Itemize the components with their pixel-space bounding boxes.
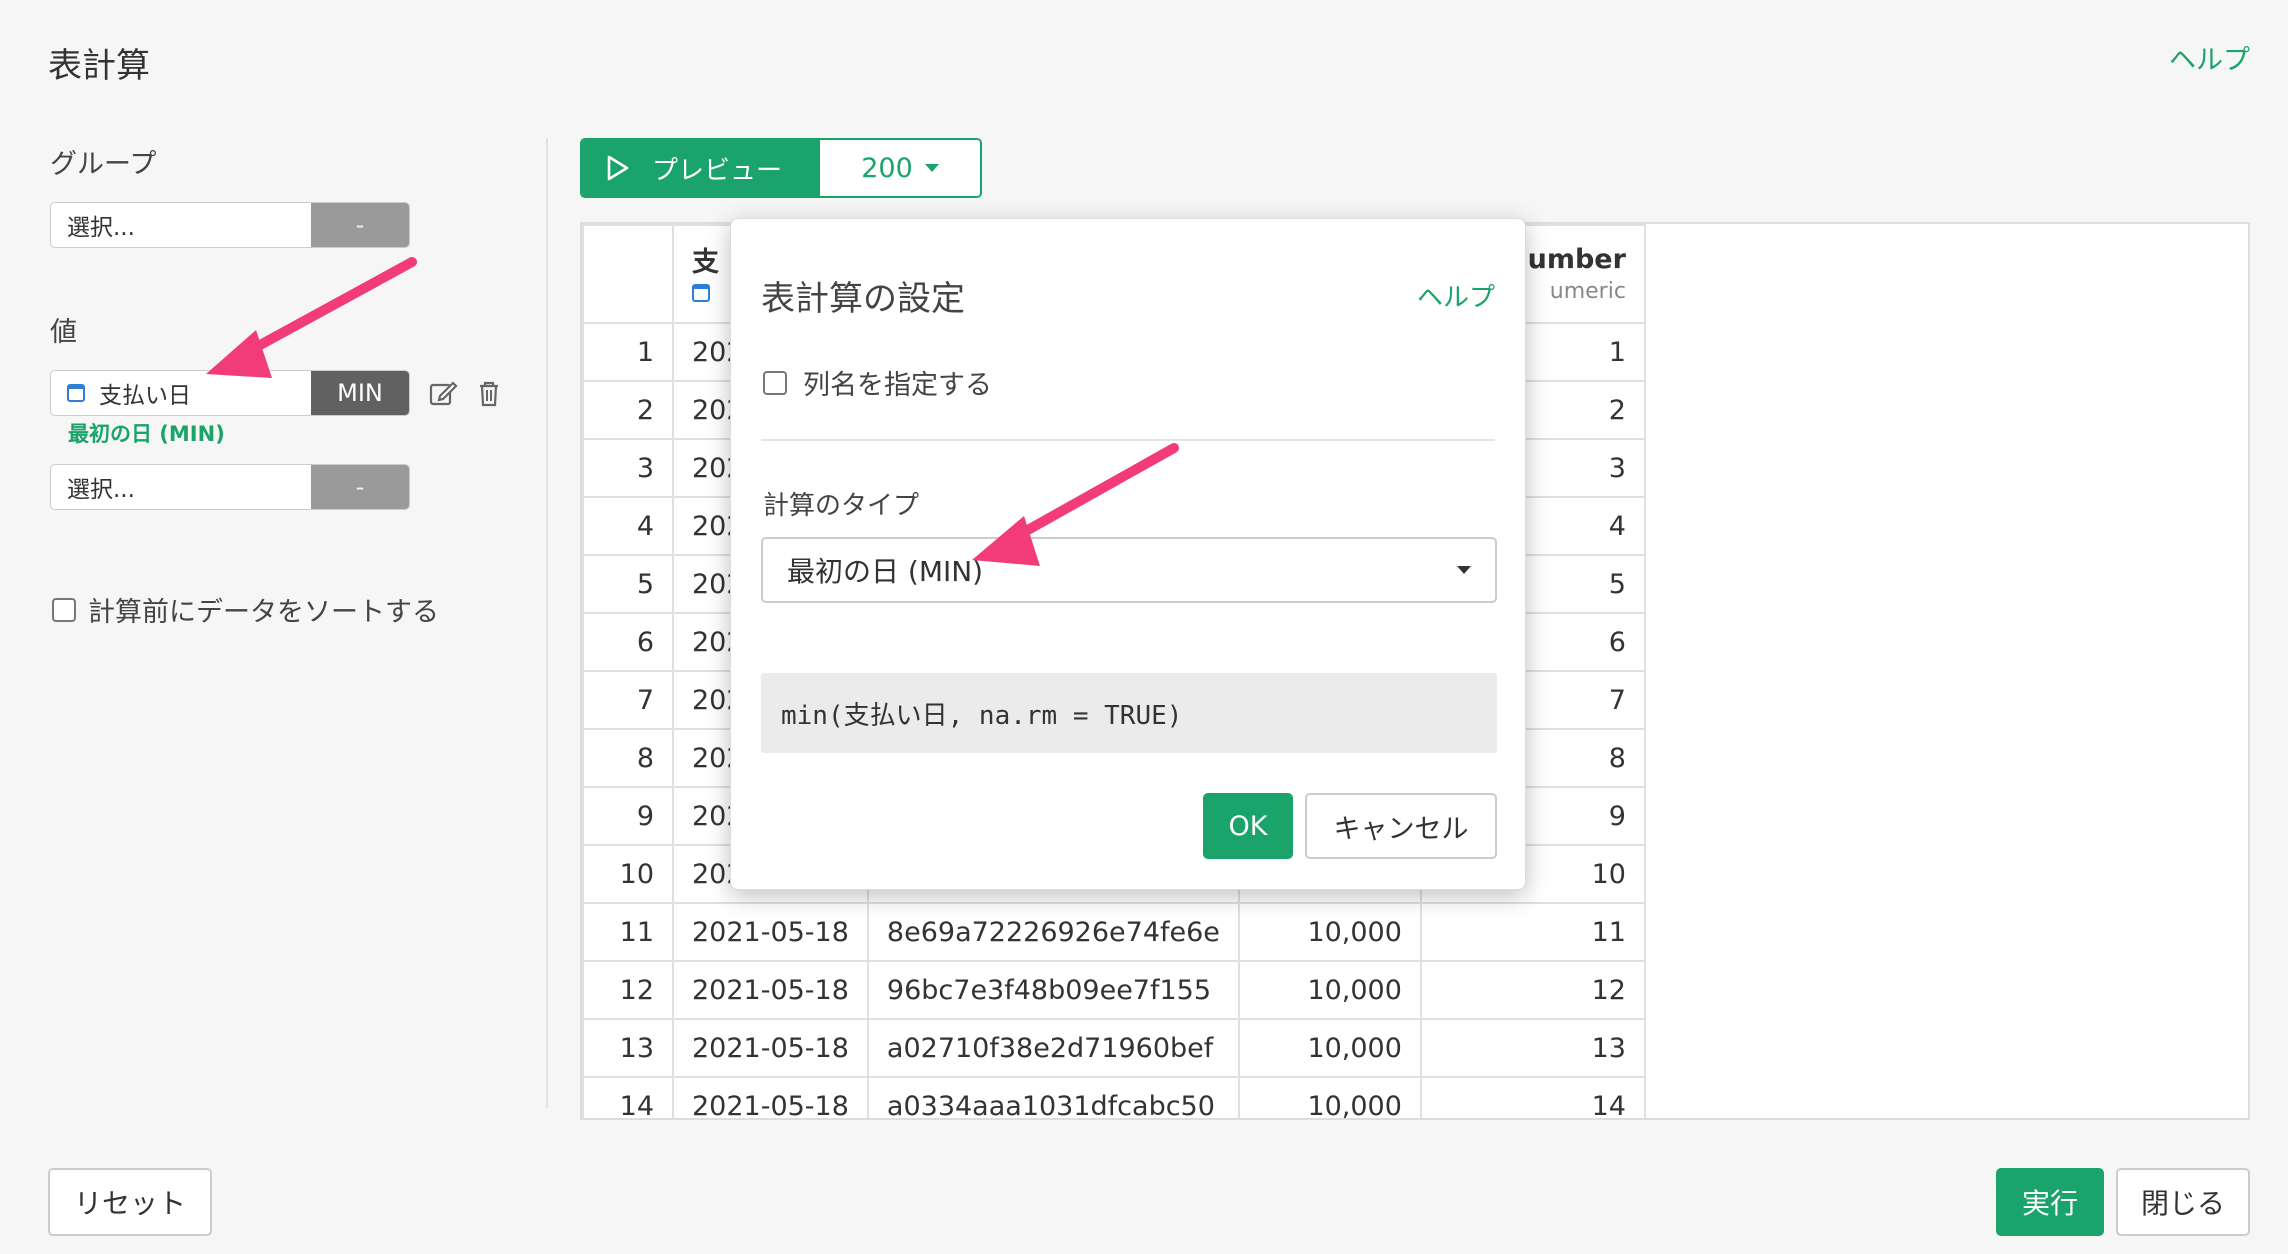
panel-divider bbox=[546, 138, 548, 1108]
table-cell: 10,000 bbox=[1237, 1018, 1422, 1078]
table-cell: 2021-05-18 bbox=[672, 1018, 869, 1078]
dialog-divider bbox=[761, 439, 1495, 441]
table-cell: 2 bbox=[582, 380, 674, 440]
run-button[interactable]: 実行 bbox=[1996, 1168, 2104, 1236]
value-func-button[interactable]: MIN bbox=[311, 371, 409, 415]
table-cell: 12 bbox=[1419, 960, 1646, 1020]
table-cell: 5 bbox=[582, 554, 674, 614]
table-cell: a02710f38e2d71960bef bbox=[866, 1018, 1240, 1078]
table-cell: 9 bbox=[582, 786, 674, 846]
value-func-button-2[interactable]: - bbox=[311, 465, 409, 509]
table-cell: 10,000 bbox=[1237, 902, 1422, 962]
page-title: 表計算 bbox=[48, 46, 150, 86]
table-cell: 1 bbox=[582, 322, 674, 382]
table-cell: 6 bbox=[582, 612, 674, 672]
table-cell: 2021-05-18 bbox=[672, 960, 869, 1020]
table-header bbox=[582, 224, 674, 324]
table-cell: 11 bbox=[582, 902, 674, 962]
preview-toolbar: プレビュー 200 bbox=[580, 138, 982, 198]
table-cell: 3 bbox=[582, 438, 674, 498]
table-cell: 13 bbox=[582, 1018, 674, 1078]
row-count-value: 200 bbox=[861, 152, 913, 184]
table-row: 14 2021-05-18 a0334aaa1031dfcabc50 10,000 14 bbox=[582, 1076, 1646, 1118]
table-cell: 11 bbox=[1419, 902, 1646, 962]
calc-type-select[interactable]: 最初の日 (MIN) bbox=[761, 537, 1497, 603]
dialog-title: 表計算の設定 bbox=[761, 279, 965, 319]
reset-button[interactable]: リセット bbox=[48, 1168, 212, 1236]
sort-checkbox[interactable] bbox=[52, 597, 76, 622]
table-cell: 7 bbox=[582, 670, 674, 730]
value-label: 値 bbox=[50, 317, 77, 348]
group-selector[interactable]: 選択... - bbox=[50, 202, 410, 248]
table-cell: 10 bbox=[582, 844, 674, 904]
help-link[interactable]: ヘルプ bbox=[2169, 38, 2250, 77]
group-func-button[interactable]: - bbox=[311, 203, 409, 247]
value-select-field[interactable]: 支払い日 bbox=[51, 371, 311, 415]
value-selector[interactable]: 支払い日 MIN bbox=[50, 370, 410, 416]
row-count-dropdown[interactable]: 200 bbox=[820, 140, 980, 196]
value-column-name: 支払い日 bbox=[99, 383, 191, 409]
table-cell: 8 bbox=[582, 728, 674, 788]
group-label: グループ bbox=[50, 149, 157, 180]
edit-icon[interactable] bbox=[428, 378, 458, 408]
table-cell: 14 bbox=[1419, 1076, 1646, 1118]
value-sublabel: 最初の日 (MIN) bbox=[68, 422, 225, 446]
arrow-annotation bbox=[206, 257, 417, 378]
table-cell: 2021-05-18 bbox=[672, 902, 869, 962]
table-row: 13 2021-05-18 a02710f38e2d71960bef 10,000 13 bbox=[582, 1018, 1646, 1078]
table-cell: 12 bbox=[582, 960, 674, 1020]
ok-button[interactable]: OK bbox=[1203, 793, 1293, 859]
sort-label: 計算前にデータをソートする bbox=[88, 597, 439, 628]
specify-name-label: 列名を指定する bbox=[803, 370, 992, 401]
cancel-button[interactable]: キャンセル bbox=[1305, 793, 1497, 859]
sort-option[interactable]: 計算前にデータをソートする bbox=[52, 590, 439, 629]
value-select-field-2[interactable]: 選択... bbox=[51, 465, 311, 509]
calc-type-value: 最初の日 (MIN) bbox=[787, 555, 984, 588]
chevron-down-icon bbox=[1457, 566, 1471, 574]
table-cell: 10,000 bbox=[1237, 1076, 1422, 1118]
table-cell: 14 bbox=[582, 1076, 674, 1118]
preview-label: プレビュー bbox=[652, 155, 783, 186]
table-cell: 10,000 bbox=[1237, 960, 1422, 1020]
play-icon bbox=[607, 155, 629, 181]
table-calc-settings-dialog: 表計算の設定 ヘルプ 列名を指定する 計算のタイプ 最初の日 (MIN) min… bbox=[730, 218, 1526, 890]
table-cell: 2021-05-18 bbox=[672, 1076, 869, 1118]
trash-icon[interactable] bbox=[474, 378, 504, 408]
calendar-icon bbox=[692, 284, 710, 302]
table-cell: a0334aaa1031dfcabc50 bbox=[866, 1076, 1240, 1118]
code-preview: min(支払い日, na.rm = TRUE) bbox=[761, 673, 1497, 753]
chevron-down-icon bbox=[924, 164, 939, 172]
table-cell: 8e69a72226926e74fe6e bbox=[866, 902, 1240, 962]
table-row: 11 2021-05-18 8e69a72226926e74fe6e 10,000 11 bbox=[582, 902, 1646, 962]
group-select-field[interactable]: 選択... bbox=[51, 203, 311, 247]
table-cell: 96bc7e3f48b09ee7f155 bbox=[866, 960, 1240, 1020]
calendar-icon bbox=[67, 384, 85, 402]
close-button[interactable]: 閉じる bbox=[2116, 1168, 2250, 1236]
dialog-help-link[interactable]: ヘルプ bbox=[1417, 277, 1495, 314]
value-selector-2[interactable]: 選択... - bbox=[50, 464, 410, 510]
calc-type-label: 計算のタイプ bbox=[763, 491, 920, 521]
specify-name-option[interactable]: 列名を指定する bbox=[763, 363, 992, 402]
specify-name-checkbox[interactable] bbox=[763, 370, 787, 395]
preview-button[interactable]: プレビュー bbox=[582, 140, 820, 196]
table-row: 12 2021-05-18 96bc7e3f48b09ee7f155 10,000 12 bbox=[582, 960, 1646, 1020]
table-cell: 13 bbox=[1419, 1018, 1646, 1078]
table-cell: 4 bbox=[582, 496, 674, 556]
